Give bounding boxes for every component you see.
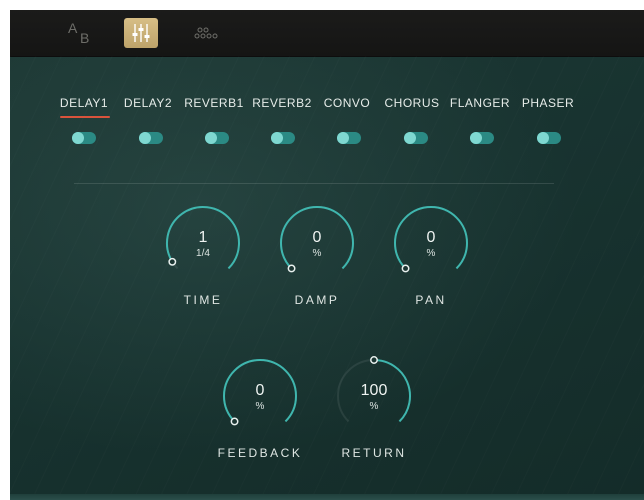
mixer-sliders-icon[interactable] — [124, 18, 158, 48]
section-divider — [74, 183, 554, 184]
tab-phaser[interactable]: PHASER — [522, 96, 574, 110]
toggle-chorus[interactable] — [404, 132, 428, 144]
ab-letter-a: A — [68, 20, 78, 36]
toggle-convo[interactable] — [337, 132, 361, 144]
pan-knob[interactable]: 0 % — [391, 203, 471, 283]
pan-label: PAN — [415, 293, 447, 307]
toggle-reverb2[interactable] — [271, 132, 295, 144]
time-knob[interactable]: 1 1/4 — [163, 203, 243, 283]
toggle-phaser[interactable] — [537, 132, 561, 144]
return-value: 100 — [360, 382, 388, 399]
tab-convo[interactable]: CONVO — [324, 96, 371, 110]
time-unit: 1/4 — [196, 248, 210, 259]
tab-delay1[interactable]: DELAY1 — [60, 96, 108, 110]
feedback-value: 0 — [255, 382, 265, 399]
feedback-knob[interactable]: 0 % — [220, 356, 300, 436]
damp-value: 0 — [312, 229, 322, 246]
return-label: RETURN — [341, 446, 407, 460]
return-knob[interactable]: 100 % — [334, 356, 414, 436]
damp-knob[interactable]: 0 % — [277, 203, 357, 283]
effect-tabs: DELAY1 DELAY2 REVERB1 REVERB2 CONVO CHOR… — [10, 96, 644, 126]
toggle-knob — [271, 132, 283, 144]
toggle-knob — [205, 132, 217, 144]
routing-dots-icon[interactable] — [190, 18, 226, 48]
toggle-knob — [72, 132, 84, 144]
pan-value: 0 — [426, 229, 436, 246]
feedback-unit: % — [255, 401, 265, 412]
bottom-edge — [10, 494, 644, 500]
active-tab-underline — [60, 116, 110, 118]
tab-reverb2[interactable]: REVERB2 — [252, 96, 312, 110]
damp-label: DAMP — [294, 293, 340, 307]
toggle-knob — [139, 132, 151, 144]
top-toolbar: A B — [10, 10, 644, 57]
damp-unit: % — [312, 248, 322, 259]
toggle-flanger[interactable] — [470, 132, 494, 144]
tab-delay2[interactable]: DELAY2 — [124, 96, 172, 110]
toggle-knob — [404, 132, 416, 144]
time-value: 1 — [198, 229, 208, 246]
time-label: TIME — [183, 293, 223, 307]
toggle-delay1[interactable] — [72, 132, 96, 144]
ab-compare-icon[interactable]: A B — [64, 18, 98, 48]
toggle-knob — [337, 132, 349, 144]
effects-panel: A B DELAY1 DELAY2 REVERB1 REVERB2 CONVO … — [10, 10, 644, 500]
ab-letter-b: B — [80, 30, 90, 46]
toggle-delay2[interactable] — [139, 132, 163, 144]
toggle-knob — [470, 132, 482, 144]
tab-reverb1[interactable]: REVERB1 — [184, 96, 244, 110]
feedback-label: FEEDBACK — [217, 446, 303, 460]
return-unit: % — [369, 401, 379, 412]
pan-unit: % — [426, 248, 436, 259]
toggle-reverb1[interactable] — [205, 132, 229, 144]
tab-chorus[interactable]: CHORUS — [384, 96, 439, 110]
toggle-knob — [537, 132, 549, 144]
tab-flanger[interactable]: FLANGER — [450, 96, 510, 110]
